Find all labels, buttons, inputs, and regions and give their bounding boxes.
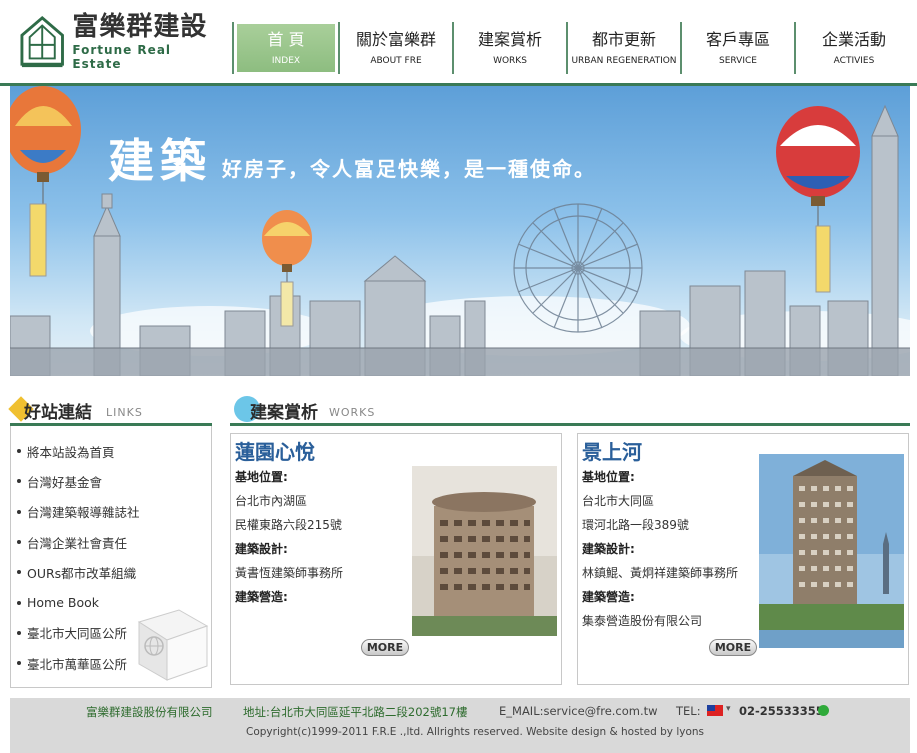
work-card: 景上河 基地位置: 台北市大同區 環河北路一段389號 建築設計: 林鎮鯤、黃炯… [577, 433, 909, 685]
site-district: 台北市內湖區 [235, 494, 308, 508]
site-street: 民權東路六段215號 [235, 518, 342, 532]
footer-address: 地址:台北市大同區延平北路二段202號17樓 [243, 705, 468, 719]
main-nav: 首 頁 INDEX 關於富樂群 ABOUT FRE 建案賞析 WORKS 都市更… [232, 22, 912, 74]
brand-name-cn: 富樂群建設 [72, 12, 208, 42]
logo-building-icon [20, 15, 64, 68]
work-card: 蓮園心悅 基地位置: 台北市內湖區 民權東路六段215號 建築設計: 黃書恆建築… [230, 433, 562, 685]
footer-email[interactable]: E_MAIL:service@fre.com.tw [499, 704, 658, 718]
globe-cube-icon [137, 609, 209, 681]
site-street: 環河北路一段389號 [582, 518, 689, 532]
site-district: 台北市大同區 [582, 494, 655, 508]
chevron-down-icon[interactable]: ▾ [726, 704, 731, 714]
nav-label-en: URBAN REGENERATION [571, 56, 677, 66]
builder-label: 建築營造: [582, 590, 635, 604]
slogan-headline: 建築 [108, 134, 212, 188]
nav-label-cn: 首 頁 [267, 30, 305, 49]
work-title[interactable]: 景上河 [582, 436, 642, 465]
footer-tel-label: TEL: [676, 704, 701, 718]
design-label: 建築設計: [582, 542, 635, 556]
link-item[interactable]: 台灣建築報導雜誌社 [11, 497, 211, 527]
works-title-cn: 建案賞析 [250, 403, 318, 423]
link-label: 將本站設為首頁 [27, 444, 115, 460]
nav-urban-regeneration[interactable]: 都市更新 URBAN REGENERATION [566, 22, 680, 74]
nav-works[interactable]: 建案賞析 WORKS [452, 22, 566, 74]
link-item[interactable]: 將本站設為首頁 [11, 436, 211, 466]
link-label: OURs都市改革組織 [27, 565, 137, 581]
bullet-icon [17, 630, 21, 635]
nav-activities[interactable]: 企業活動 ACTIVIES [794, 22, 912, 74]
links-panel: 將本站設為首頁 台灣好基金會 台灣建築報導雜誌社 台灣企業社會責任 OURs都市… [10, 426, 212, 688]
links-section-header: 好站連結 LINKS [8, 396, 212, 426]
link-item[interactable]: 台灣好基金會 [11, 466, 211, 496]
bullet-icon [17, 449, 21, 454]
link-label: 台灣建築報導雜誌社 [27, 505, 140, 521]
nav-label-cn: 企業活動 [821, 30, 886, 49]
link-item[interactable]: 台灣企業社會責任 [11, 527, 211, 557]
footer-company: 富樂群建設股份有限公司 [86, 705, 213, 719]
design-firm: 林鎮鯤、黃炯祥建築師事務所 [582, 566, 739, 580]
site-header: 富樂群建設 Fortune Real Estate 首 頁 INDEX 關於富樂… [0, 0, 917, 86]
site-label: 基地位置: [582, 470, 635, 484]
nav-index[interactable]: 首 頁 INDEX [232, 22, 338, 74]
site-label: 基地位置: [235, 470, 288, 484]
nav-label-cn: 關於富樂群 [355, 30, 436, 49]
nav-label-en: ABOUT FRE [370, 56, 422, 66]
nav-label-en: WORKS [493, 56, 527, 66]
bullet-icon [17, 509, 21, 514]
taiwan-flag-icon[interactable] [707, 705, 723, 716]
works-section-header: 建案賞析 WORKS [230, 396, 910, 426]
building-photo[interactable] [759, 454, 904, 648]
balloon-left [10, 86, 81, 277]
nav-label-en: INDEX [271, 56, 301, 66]
slogan-tagline: 好房子，令人富足快樂，是一種使命。 [222, 157, 596, 181]
builder-firm: 集泰營造股份有限公司 [582, 614, 703, 628]
design-label: 建築設計: [235, 542, 288, 556]
link-item[interactable]: OURs都市改革組織 [11, 557, 211, 587]
links-title-en: LINKS [106, 406, 143, 419]
nav-label-en: SERVICE [719, 56, 757, 66]
works-title-en: WORKS [329, 406, 376, 419]
links-title-cn: 好站連結 [24, 403, 92, 423]
brand-name-en: Fortune Real Estate [72, 43, 172, 71]
nav-about[interactable]: 關於富樂群 ABOUT FRE [338, 22, 452, 74]
footer-phone[interactable]: 02-25533355 [739, 704, 824, 718]
banner-slogan: 建築 好房子，令人富足快樂，是一種使命。 [108, 136, 596, 186]
link-label: Home Book [27, 595, 99, 611]
nav-service[interactable]: 客戶專區 SERVICE [680, 22, 794, 74]
balloon-right [776, 106, 860, 293]
design-firm: 黃書恆建築師事務所 [235, 566, 344, 580]
nav-label-en: ACTIVIES [833, 56, 875, 66]
bullet-icon [17, 540, 21, 545]
hero-banner: 建築 好房子，令人富足快樂，是一種使命。 [10, 86, 910, 376]
bullet-icon [17, 479, 21, 484]
more-button[interactable]: MORE [709, 639, 757, 656]
nav-label-cn: 客戶專區 [705, 30, 770, 49]
skype-icon[interactable] [818, 705, 829, 716]
link-label: 臺北市大同區公所 [27, 626, 128, 642]
work-details: 基地位置: 台北市內湖區 民權東路六段215號 建築設計: 黃書恆建築師事務所 … [235, 466, 415, 634]
bullet-icon [17, 661, 21, 666]
site-footer: 富樂群建設股份有限公司 地址:台北市大同區延平北路二段202號17樓 E_MAI… [10, 698, 910, 753]
more-button[interactable]: MORE [361, 639, 409, 656]
work-title[interactable]: 蓮園心悅 [235, 436, 315, 465]
builder-label: 建築營造: [235, 590, 288, 604]
builder-firm [235, 610, 415, 634]
city-skyline-illustration [10, 86, 910, 376]
building-photo[interactable] [412, 466, 557, 636]
link-label: 臺北市萬華區公所 [27, 656, 128, 672]
footer-copyright: Copyright(c)1999-2011 F.R.E .,ltd. Allri… [246, 726, 705, 738]
bullet-icon [17, 600, 21, 605]
work-details: 基地位置: 台北市大同區 環河北路一段389號 建築設計: 林鎮鯤、黃炯祥建築師… [582, 466, 762, 634]
nav-label-cn: 都市更新 [591, 30, 656, 49]
link-label: 台灣企業社會責任 [27, 535, 128, 551]
nav-label-cn: 建案賞析 [477, 30, 542, 49]
bullet-icon [17, 570, 21, 575]
link-label: 台灣好基金會 [27, 474, 103, 490]
site-logo[interactable]: 富樂群建設 Fortune Real Estate [20, 12, 220, 72]
